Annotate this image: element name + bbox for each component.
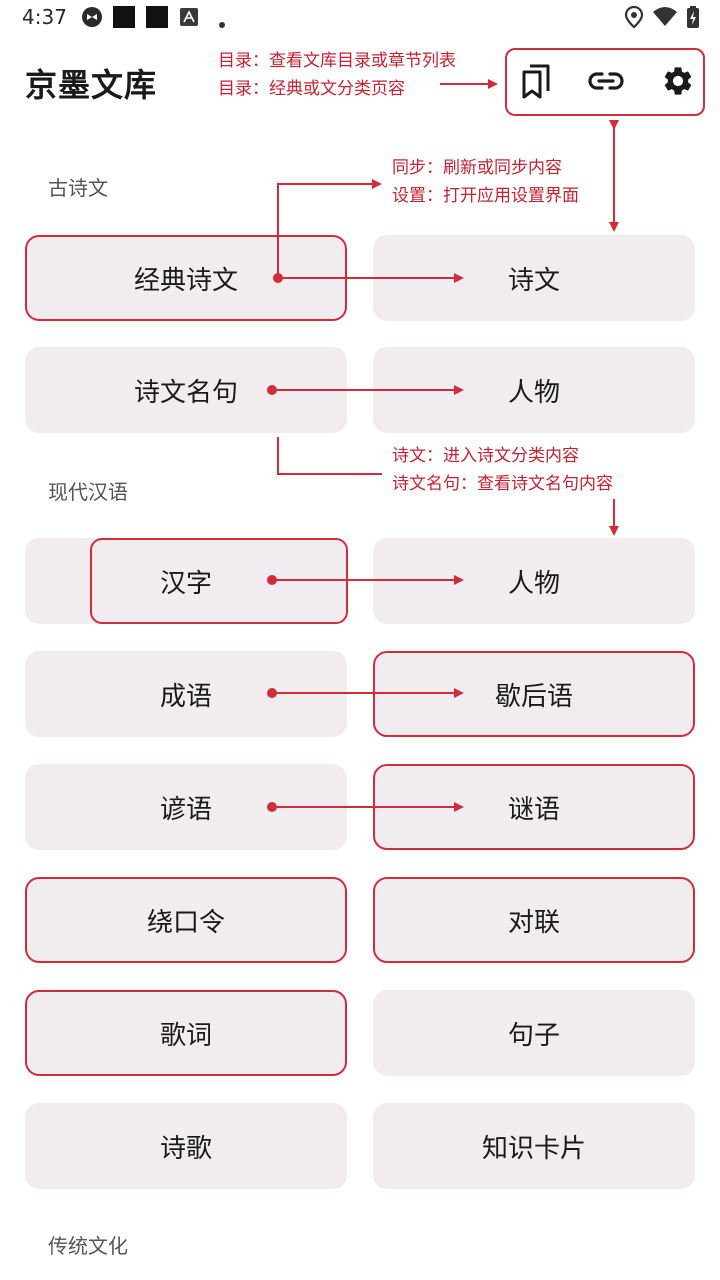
notification-square-icon — [145, 5, 169, 33]
more-dot-icon — [218, 14, 226, 33]
characters-highlight-box — [90, 538, 348, 624]
card-idioms[interactable]: 成语 — [25, 651, 347, 737]
card-sentences[interactable]: 句子 — [373, 990, 695, 1076]
card-poems[interactable]: 诗文 — [373, 235, 695, 321]
annotation-arrows — [267, 79, 619, 812]
gear-icon — [661, 64, 695, 102]
card-figures-modern[interactable]: 人物 — [373, 538, 695, 624]
app-notification-icon — [80, 5, 104, 33]
link-icon — [588, 69, 624, 97]
card-classic-poems[interactable]: 经典诗文 — [25, 235, 347, 321]
battery-icon — [686, 5, 700, 33]
catalog-button[interactable] — [514, 63, 558, 103]
annotation-settings-line2: 设置：打开应用设置界面 — [392, 186, 579, 206]
annotation-catalog-line1: 目录：查看文库目录或章节列表 — [218, 51, 456, 71]
card-famous-lines[interactable]: 诗文名句 — [25, 347, 347, 433]
location-icon — [624, 5, 644, 33]
card-xiehouyu[interactable]: 歇后语 — [373, 651, 695, 737]
sync-button[interactable] — [584, 63, 628, 103]
annotation-poems-line1: 诗文：进入诗文分类内容 — [392, 446, 579, 466]
app-title: 京墨文库 — [25, 66, 158, 104]
annotation-sync-line1: 同步：刷新或同步内容 — [392, 158, 562, 178]
settings-button[interactable] — [656, 63, 700, 103]
font-notification-icon — [180, 8, 198, 30]
bookmark-copy-icon — [519, 62, 553, 104]
status-bar: 4:37 — [0, 0, 720, 36]
card-tongue-twisters[interactable]: 绕口令 — [25, 877, 347, 963]
section-title-classical: 古诗文 — [48, 176, 108, 200]
wifi-icon — [652, 5, 678, 33]
annotation-famous-lines-line2: 诗文名句：查看诗文名句内容 — [392, 474, 613, 494]
card-lyrics[interactable]: 歌词 — [25, 990, 347, 1076]
status-time: 4:37 — [22, 5, 67, 29]
card-couplets[interactable]: 对联 — [373, 877, 695, 963]
card-knowledge-cards[interactable]: 知识卡片 — [373, 1103, 695, 1189]
card-riddles[interactable]: 谜语 — [373, 764, 695, 850]
card-poetry[interactable]: 诗歌 — [25, 1103, 347, 1189]
section-title-traditional-culture: 传统文化 — [48, 1234, 128, 1258]
section-title-modern-chinese: 现代汉语 — [48, 480, 128, 504]
notification-square-icon — [112, 5, 136, 33]
annotation-catalog-line2: 目录：经典或文分类页容 — [218, 79, 405, 99]
card-figures[interactable]: 人物 — [373, 347, 695, 433]
card-proverbs[interactable]: 谚语 — [25, 764, 347, 850]
